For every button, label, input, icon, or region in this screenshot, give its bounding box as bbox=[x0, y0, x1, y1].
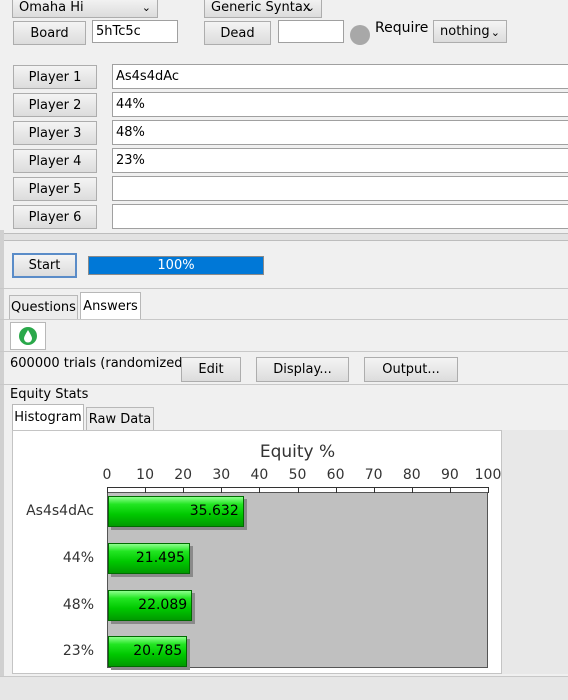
player-5-button[interactable]: Player 5 bbox=[13, 177, 97, 201]
player-6-input[interactable] bbox=[112, 204, 568, 229]
player-5-input[interactable] bbox=[112, 176, 568, 201]
drop-icon bbox=[19, 327, 37, 345]
tab-raw-data[interactable]: Raw Data bbox=[86, 407, 154, 430]
tab-questions[interactable]: Questions bbox=[9, 295, 78, 319]
player-1-button[interactable]: Player 1 bbox=[13, 65, 97, 89]
histogram-panel bbox=[12, 430, 502, 674]
display-button[interactable]: Display... bbox=[256, 357, 349, 382]
tab-results-icon[interactable] bbox=[10, 322, 46, 350]
output-button[interactable]: Output... bbox=[364, 357, 458, 382]
player-6-button[interactable]: Player 6 bbox=[13, 205, 97, 229]
chevron-down-icon: ⌄ bbox=[141, 1, 151, 14]
tab-answers[interactable]: Answers bbox=[80, 292, 141, 319]
board-button[interactable]: Board bbox=[13, 21, 86, 45]
require-label: Require bbox=[375, 20, 429, 36]
require-select-value: nothing bbox=[440, 24, 490, 39]
player-2-button[interactable]: Player 2 bbox=[13, 93, 97, 117]
edit-button[interactable]: Edit bbox=[181, 357, 241, 382]
tab-histogram[interactable]: Histogram bbox=[12, 404, 84, 430]
chevron-down-icon: ⌄ bbox=[305, 1, 315, 14]
syntax-select[interactable]: Generic Syntax ⌄ bbox=[204, 0, 322, 18]
syntax-select-value: Generic Syntax bbox=[211, 0, 311, 15]
progress-bar: 100% bbox=[88, 256, 264, 275]
status-indicator bbox=[350, 25, 370, 45]
split-divider[interactable] bbox=[0, 233, 568, 241]
chart-title: Equity % bbox=[259, 442, 336, 462]
chevron-down-icon: ⌄ bbox=[490, 26, 500, 39]
equity-stats-title: Equity Stats bbox=[10, 387, 89, 402]
dead-button[interactable]: Dead bbox=[204, 21, 271, 45]
board-input[interactable]: 5hTc5c bbox=[92, 20, 178, 43]
game-select-value: Omaha Hi bbox=[19, 0, 84, 15]
status-bar bbox=[0, 676, 568, 700]
start-button[interactable]: Start bbox=[12, 253, 77, 278]
player-1-input[interactable]: As4s4dAc bbox=[112, 64, 568, 89]
dead-input[interactable] bbox=[278, 20, 344, 43]
player-2-input[interactable]: 44% bbox=[112, 92, 568, 117]
progress-text: 100% bbox=[157, 258, 195, 273]
require-select[interactable]: nothing ⌄ bbox=[433, 20, 507, 43]
player-3-input[interactable]: 48% bbox=[112, 120, 568, 145]
chart-side-area bbox=[502, 430, 568, 674]
game-select[interactable]: Omaha Hi ⌄ bbox=[12, 0, 158, 18]
player-3-button[interactable]: Player 3 bbox=[13, 121, 97, 145]
player-4-input[interactable]: 23% bbox=[112, 148, 568, 173]
trials-text: 600000 trials (randomized) bbox=[10, 356, 188, 371]
player-4-button[interactable]: Player 4 bbox=[13, 149, 97, 173]
left-edge bbox=[0, 230, 4, 700]
